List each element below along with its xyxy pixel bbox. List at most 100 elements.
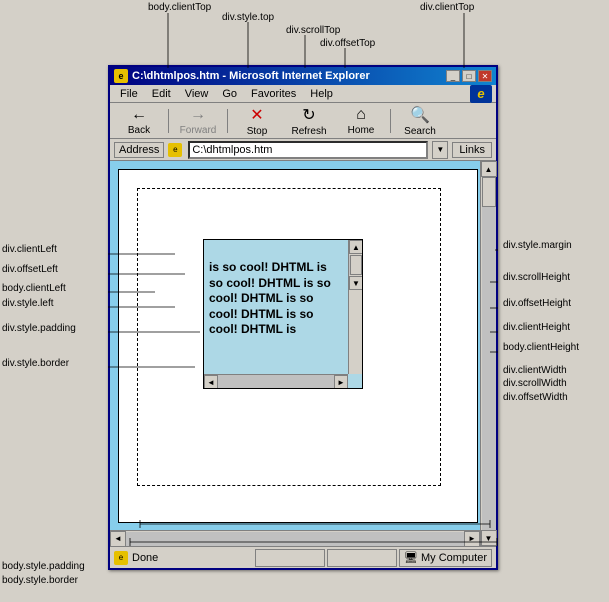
address-input[interactable]: C:\dhtmlpos.htm — [188, 141, 428, 159]
label-div-offset-width: div.offsetWidth — [503, 392, 568, 403]
label-div-client-width: div.clientWidth — [503, 365, 567, 376]
label-div-style-padding: div.style.padding — [2, 323, 76, 334]
refresh-icon: ↻ — [302, 105, 315, 125]
vscroll-up-arrow[interactable]: ▲ — [349, 240, 363, 254]
label-div-offset-left: div.offsetLeft — [2, 264, 58, 275]
label-body-client-left: body.clientLeft — [2, 283, 66, 294]
stop-button[interactable]: ✕ Stop — [232, 106, 282, 136]
label-div-style-margin: div.style.margin — [503, 240, 572, 251]
inner-content: is so cool! DHTML is so cool! DHTML is s… — [118, 169, 478, 523]
computer-label: My Computer — [421, 552, 487, 564]
address-favicon: e — [168, 143, 182, 157]
status-computer: 🖥 My Computer — [399, 549, 492, 567]
toolbar-sep1 — [168, 109, 169, 133]
title-bar-left: e C:\dhtmlpos.htm - Microsoft Internet E… — [114, 69, 370, 83]
status-icon: e — [114, 551, 128, 565]
dashed-outer: is so cool! DHTML is so cool! DHTML is s… — [137, 188, 441, 486]
search-label: Search — [404, 126, 436, 137]
forward-label: Forward — [180, 125, 217, 136]
status-panel-1 — [255, 549, 325, 567]
hscroll-right-arrow[interactable]: ► — [334, 375, 348, 389]
home-icon: ⌂ — [356, 106, 366, 124]
stop-icon: ✕ — [250, 105, 263, 125]
close-button[interactable]: ✕ — [478, 70, 492, 82]
address-bar: Address e C:\dhtmlpos.htm ▼ Links — [110, 139, 496, 161]
label-div-style-top: div.style.top — [222, 12, 274, 23]
label-div-client-height: div.clientHeight — [503, 322, 570, 333]
browser-vscroll-thumb[interactable] — [482, 177, 496, 207]
browser-window: e C:\dhtmlpos.htm - Microsoft Internet E… — [108, 65, 498, 570]
back-label: Back — [128, 125, 150, 136]
search-button[interactable]: 🔍 Search — [395, 106, 445, 136]
title-bar: e C:\dhtmlpos.htm - Microsoft Internet E… — [110, 67, 496, 85]
menu-favorites[interactable]: Favorites — [245, 86, 302, 102]
content-area: is so cool! DHTML is so cool! DHTML is s… — [110, 161, 496, 541]
label-body-client-top: body.clientTop — [148, 2, 211, 13]
browser-hscroll-track — [126, 532, 464, 546]
menu-file[interactable]: File — [114, 86, 144, 102]
vscroll-track — [349, 255, 362, 275]
label-body-style-padding: body.style.padding — [2, 561, 85, 572]
div-hscrollbar[interactable]: ◄ ► — [204, 374, 348, 388]
search-icon: 🔍 — [410, 105, 430, 125]
browser-icon: e — [114, 69, 128, 83]
title-bar-buttons: _ □ ✕ — [446, 70, 492, 82]
status-done: e Done — [114, 551, 158, 565]
vscroll-thumb[interactable] — [350, 255, 362, 275]
browser-hscroll-right[interactable]: ► — [464, 531, 480, 547]
computer-icon: 🖥 — [404, 551, 418, 564]
maximize-button[interactable]: □ — [462, 70, 476, 82]
label-div-style-left: div.style.left — [2, 298, 54, 309]
browser-hscrollbar: ◄ ► — [110, 530, 480, 546]
minimize-button[interactable]: _ — [446, 70, 460, 82]
back-button[interactable]: ← Back — [114, 106, 164, 136]
label-div-style-border: div.style.border — [2, 358, 69, 369]
menu-bar: File Edit View Go Favorites Help e — [110, 85, 496, 103]
label-div-offset-top: div.offsetTop — [320, 38, 375, 49]
browser-hscroll-left[interactable]: ◄ — [110, 531, 126, 547]
toolbar-sep2 — [227, 109, 228, 133]
label-div-offset-height: div.offsetHeight — [503, 298, 571, 309]
address-value: C:\dhtmlpos.htm — [192, 144, 272, 156]
address-label-text: Address — [114, 142, 164, 158]
menu-help[interactable]: Help — [304, 86, 339, 102]
label-div-scroll-height: div.scrollHeight — [503, 272, 570, 283]
label-div-client-top2: div.clientTop — [420, 2, 474, 13]
label-div-scroll-top: div.scrollTop — [286, 25, 340, 36]
vscroll-down-arrow[interactable]: ▼ — [349, 276, 363, 290]
stop-label: Stop — [247, 126, 268, 137]
menu-go[interactable]: Go — [216, 86, 243, 102]
menu-edit[interactable]: Edit — [146, 86, 177, 102]
home-label: Home — [348, 125, 375, 136]
browser-vscroll-up[interactable]: ▲ — [481, 161, 497, 177]
browser-vscroll-track — [482, 177, 496, 530]
back-icon: ← — [131, 106, 147, 124]
title-text: C:\dhtmlpos.htm - Microsoft Internet Exp… — [132, 70, 370, 82]
address-dropdown[interactable]: ▼ — [432, 141, 448, 159]
label-body-style-border: body.style.border — [2, 575, 78, 586]
refresh-label: Refresh — [291, 126, 326, 137]
diagram-container: body.clientTop div.style.top div.scrollT… — [0, 0, 609, 602]
browser-vscrollbar: ▲ ▼ — [480, 161, 496, 546]
links-button[interactable]: Links — [452, 142, 492, 158]
status-done-text: Done — [132, 552, 158, 564]
status-bar: e Done 🖥 My Computer — [110, 546, 496, 568]
label-body-client-height: body.clientHeight — [503, 342, 579, 353]
highlighted-div: is so cool! DHTML is so cool! DHTML is s… — [203, 239, 363, 389]
toolbar: ← Back → Forward ✕ Stop ↻ Refresh ⌂ Home — [110, 103, 496, 139]
menu-view[interactable]: View — [179, 86, 215, 102]
hscroll-left-arrow[interactable]: ◄ — [204, 375, 218, 389]
ie-logo: e — [470, 85, 492, 103]
div-content-text: is so cool! DHTML is so cool! DHTML is s… — [209, 260, 344, 338]
hscroll-track — [218, 375, 334, 389]
toolbar-sep3 — [390, 109, 391, 133]
forward-icon: → — [190, 106, 206, 124]
label-div-scroll-width: div.scrollWidth — [503, 378, 567, 389]
browser-vscroll-down[interactable]: ▼ — [481, 530, 497, 546]
status-panel-2 — [327, 549, 397, 567]
refresh-button[interactable]: ↻ Refresh — [284, 106, 334, 136]
label-div-client-left: div.clientLeft — [2, 244, 57, 255]
div-vscrollbar[interactable]: ▲ ▼ — [348, 240, 362, 374]
home-button[interactable]: ⌂ Home — [336, 106, 386, 136]
forward-button[interactable]: → Forward — [173, 106, 223, 136]
